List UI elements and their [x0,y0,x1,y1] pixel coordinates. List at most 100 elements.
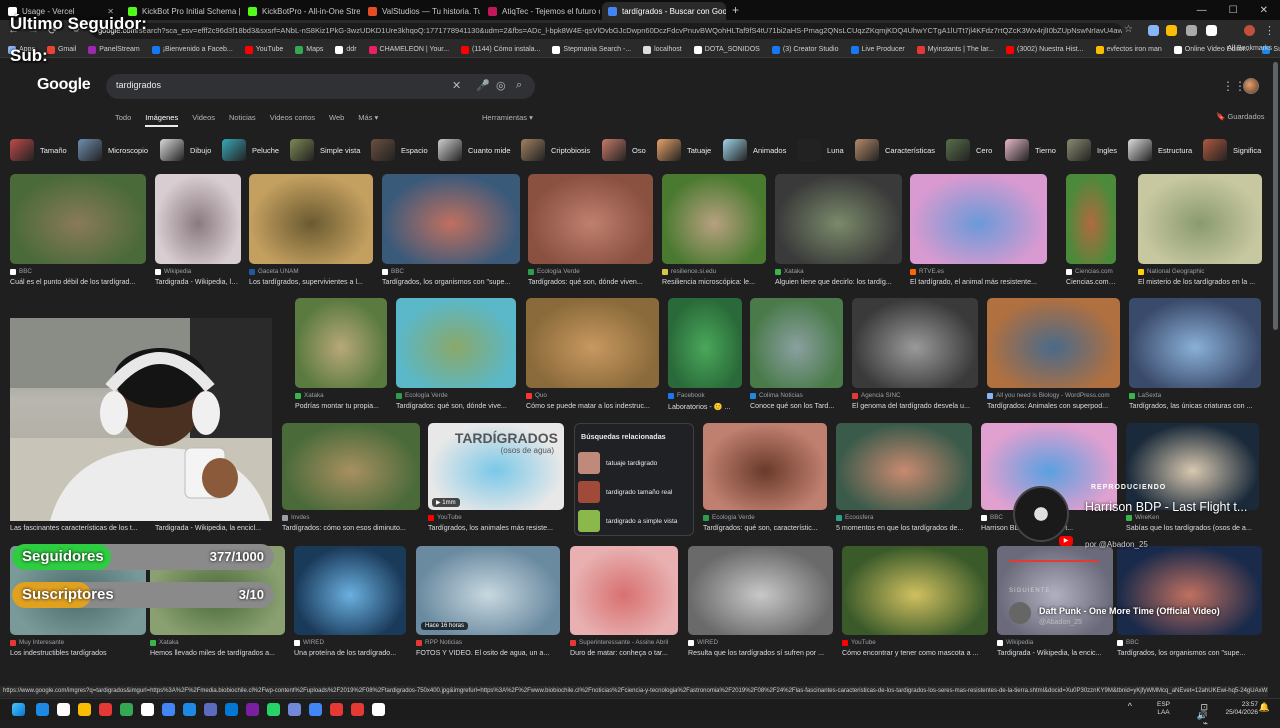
bookmark-item[interactable]: Myinstants | The lar... [916,45,994,54]
result-title[interactable]: Tardígrados: qué son, dónde vive... [396,402,516,410]
scrollbar[interactable] [1273,62,1278,330]
result-title[interactable]: El tardígrado, el animal más resistente.… [910,278,1047,286]
taskbar-app-icon[interactable] [204,703,217,716]
result-thumbnail[interactable] [688,546,833,635]
new-tab-button[interactable]: + [732,3,739,17]
result-title[interactable]: Tardígrados, los organismos con "supe... [1117,649,1262,657]
result-source[interactable]: Facebook [668,392,705,399]
result-source[interactable]: Xataka [775,268,804,275]
result-source[interactable]: Wikipedia [997,639,1033,646]
result-source[interactable]: YouTube [842,639,876,646]
result-source[interactable]: Xataka [295,392,324,399]
result-thumbnail[interactable] [10,174,146,264]
taskbar-app-icon[interactable] [309,703,322,716]
result-thumbnail[interactable] [703,423,827,510]
close-window-button[interactable]: ✕ [1260,5,1268,16]
result-title[interactable]: Tardigrada - Wikipedia, la encicl... [155,278,241,286]
result-title[interactable]: Tardígrados: Animales con superpod... [987,402,1120,410]
filter-chip[interactable]: Animados [723,138,786,162]
taskbar-app-icon[interactable] [351,703,364,716]
filter-chip[interactable]: Tatuaje [657,138,711,162]
taskbar-app-icon[interactable] [372,703,385,716]
bookmark-item[interactable]: ddr [335,45,357,54]
result-title[interactable]: Tardígrados, los animales más resiste... [428,524,564,532]
result-title[interactable]: El genoma del tardígrado desvela u... [852,402,978,410]
filter-chip[interactable]: Estructura [1128,138,1192,162]
bookmark-item[interactable]: CHAMELEON | Your... [368,45,449,54]
taskbar-app-icon[interactable] [162,703,175,716]
browser-tab[interactable]: AtiqTec - Tejemos el futuro con✕ [482,2,600,20]
tools-button[interactable]: Herramientas ▾ [482,113,533,122]
result-title[interactable]: FOTOS Y VIDEO. El osito de agua, un a... [416,649,560,657]
lens-search-icon[interactable]: ◎ [496,79,506,92]
result-title[interactable]: Resiliencia microscópica: le... [662,278,766,286]
result-source[interactable]: WIRED [294,639,324,646]
result-source[interactable]: Colima Noticias [750,392,803,399]
filter-chip[interactable]: Peluche [222,138,279,162]
result-title[interactable]: Resulta que los tardígrados sí sufren po… [688,649,833,657]
taskbar-app-icon[interactable] [288,703,301,716]
result-source[interactable]: Invdes [282,514,310,521]
result-title[interactable]: Podrías montar tu propia... [295,402,387,410]
taskbar-app-icon[interactable] [57,703,70,716]
start-menu-icon[interactable] [12,703,25,716]
extensions-puzzle-icon[interactable] [1186,25,1197,36]
result-thumbnail[interactable] [668,298,742,388]
search-icon[interactable]: ⌕ [516,79,522,92]
taskbar-app-icon[interactable] [120,703,133,716]
result-source[interactable]: National Geographic [1138,268,1204,275]
tab-5[interactable]: Web [329,113,344,122]
bookmark-item[interactable]: (3002) Nuestra Hist... [1005,45,1084,54]
filter-chip[interactable]: Tierno [1005,138,1056,162]
filter-chip[interactable]: Dibujo [160,138,211,162]
result-source[interactable]: Ciencias.com [1066,268,1113,275]
result-source[interactable]: Ecología Verde [703,514,755,521]
result-thumbnail[interactable] [526,298,659,388]
network-volume-icons[interactable]: ⊡ 🔊 ⌁ [1197,703,1208,728]
result-title[interactable]: Los tardígrados, supervivientes a l... [249,278,373,286]
result-source[interactable]: BBC [10,268,32,275]
bookmark-item[interactable]: evfectos iron man [1095,45,1162,54]
result-thumbnail[interactable] [1138,174,1262,264]
bookmark-item[interactable]: (3) Creator Studio [771,45,839,54]
taskbar-app-icon[interactable] [267,703,280,716]
url-field[interactable]: google.com/search?sca_esv=efff2c96d3f18b… [92,23,1122,39]
result-title[interactable]: Tardígrados: qué son, característic... [703,524,827,532]
extension-icon[interactable] [1148,25,1159,36]
bookmark-item[interactable]: DOTA_SONIDOS [693,45,760,54]
taskbar-app-icon[interactable] [183,703,196,716]
result-thumbnail[interactable] [282,423,420,510]
result-thumbnail[interactable] [910,174,1047,264]
result-source[interactable]: RTVE.es [910,268,944,275]
minimize-button[interactable]: — [1197,5,1207,16]
result-title[interactable]: Duro de matar: conheça o tar... [570,649,678,657]
notification-bell-icon[interactable]: 🔔 [1259,703,1270,712]
result-thumbnail[interactable] [249,174,373,264]
result-thumbnail[interactable] [842,546,988,635]
all-bookmarks-button[interactable]: All Bookmarks [1227,45,1272,52]
result-source[interactable]: LaSexta [1129,392,1161,399]
related-search-item[interactable]: tardigrado tamaño real [578,479,690,505]
tab-4[interactable]: Videos cortos [270,113,315,122]
bookmark-item[interactable]: Maps [295,45,323,54]
result-title[interactable]: Tardigrada - Wikipedia, la encicl... [155,524,271,532]
taskbar-app-icon[interactable] [78,703,91,716]
taskbar-app-icon[interactable] [141,703,154,716]
result-thumbnail[interactable] [155,174,241,264]
maximize-button[interactable]: ☐ [1229,5,1238,16]
browser-tab[interactable]: ValStudios — Tu historia. Tu cli✕ [362,2,480,20]
result-source[interactable]: Quo [526,392,547,399]
result-thumbnail[interactable] [852,298,978,388]
result-source[interactable]: Wikipedia [155,268,191,275]
taskbar-app-icon[interactable] [36,703,49,716]
tab-3[interactable]: Noticias [229,113,256,122]
filter-chip[interactable]: Tamaño [10,138,67,162]
browser-tab[interactable]: tardígrados - Buscar con Google✕ [602,2,726,20]
taskbar-app-icon[interactable] [246,703,259,716]
voice-search-icon[interactable]: 🎤 [476,79,490,92]
bookmark-item[interactable]: localhost [643,45,682,54]
result-title[interactable]: 5 momentos en que los tardígrados de... [836,524,972,532]
result-thumbnail[interactable] [836,423,972,510]
result-source[interactable]: WIRED [688,639,718,646]
filter-chip[interactable]: Características [855,138,935,162]
